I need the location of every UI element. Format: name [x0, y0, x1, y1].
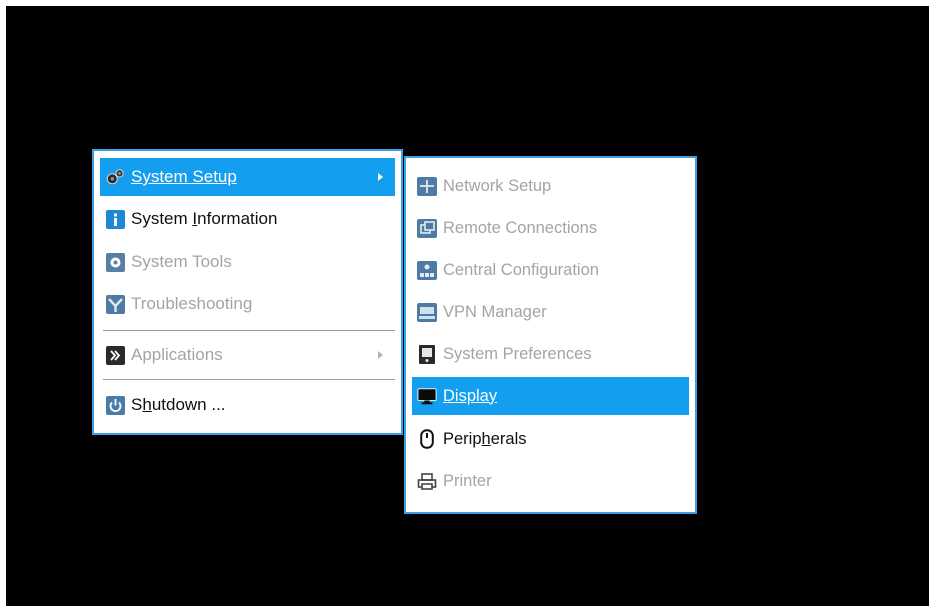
submenu-arrow-icon — [378, 351, 383, 359]
printer-icon — [417, 471, 437, 491]
menu-item-label: Remote Connections — [443, 218, 598, 237]
menu-item-label: Troubleshooting — [131, 294, 253, 313]
monitor-icon — [417, 386, 437, 406]
menu-item-label: Display — [443, 386, 498, 405]
desktop-background: System Setup System Information System T… — [6, 6, 929, 606]
tools-icon — [105, 252, 125, 272]
central-configuration-icon — [417, 260, 437, 280]
menu-item-shutdown[interactable]: Shutdown ... — [100, 386, 395, 424]
menu-item-label: System Information — [131, 209, 278, 228]
menu-item-label: Network Setup — [443, 176, 552, 195]
menu-item-label: System Preferences — [443, 344, 592, 363]
main-menu: System Setup System Information System T… — [92, 149, 403, 435]
submenu-item-central-configuration[interactable]: Central Configuration — [412, 251, 689, 289]
menu-item-troubleshooting[interactable]: Troubleshooting — [100, 285, 395, 323]
menu-item-system-tools[interactable]: System Tools — [100, 243, 395, 281]
menu-item-label: Applications — [131, 345, 223, 364]
menu-item-system-information[interactable]: System Information — [100, 200, 395, 238]
info-icon — [105, 209, 125, 229]
applications-icon — [105, 345, 125, 365]
menu-item-system-setup[interactable]: System Setup — [100, 158, 395, 196]
network-icon — [417, 176, 437, 196]
submenu-arrow-icon — [378, 173, 383, 181]
menu-item-label: System Setup — [131, 167, 237, 186]
menu-item-label: Central Configuration — [443, 260, 599, 279]
menu-separator — [103, 379, 395, 380]
power-icon — [105, 395, 125, 415]
gears-icon — [105, 167, 125, 187]
vpn-icon — [417, 302, 437, 322]
submenu-item-peripherals[interactable]: Peripherals — [412, 420, 689, 458]
menu-item-label: System Tools — [131, 252, 232, 271]
mouse-icon — [417, 429, 437, 449]
submenu-item-display[interactable]: Display — [412, 377, 689, 415]
menu-item-label: Printer — [443, 471, 492, 490]
submenu-item-printer[interactable]: Printer — [412, 462, 689, 500]
remote-connections-icon — [417, 218, 437, 238]
submenu-item-system-preferences[interactable]: System Preferences — [412, 335, 689, 373]
menu-item-label: VPN Manager — [443, 302, 547, 321]
menu-item-label: Peripherals — [443, 429, 527, 448]
submenu-item-vpn-manager[interactable]: VPN Manager — [412, 293, 689, 331]
menu-separator — [103, 330, 395, 331]
menu-item-applications[interactable]: Applications — [100, 336, 395, 374]
submenu-item-remote-connections[interactable]: Remote Connections — [412, 209, 689, 247]
system-setup-submenu: Network Setup Remote Connections Central… — [404, 156, 697, 514]
menu-item-label: Shutdown ... — [131, 395, 226, 414]
preferences-icon — [417, 344, 437, 364]
troubleshooting-icon — [105, 294, 125, 314]
submenu-item-network-setup[interactable]: Network Setup — [412, 167, 689, 205]
